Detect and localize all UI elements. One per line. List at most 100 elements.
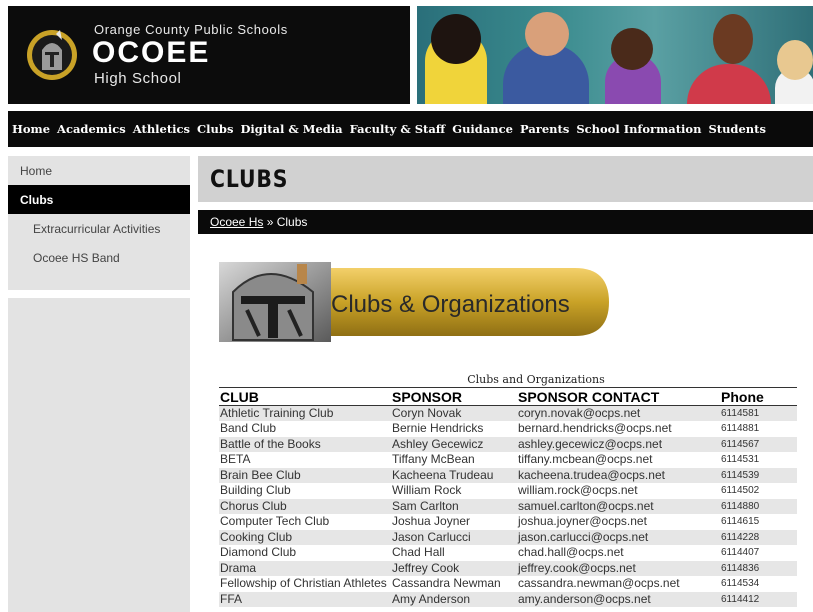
- sponsor-contact-cell: william.rock@ocps.net: [518, 483, 638, 498]
- nav-item-digital-media[interactable]: Digital & Media: [240, 122, 342, 136]
- clubs-organizations-banner: Clubs & Organizations: [219, 262, 609, 342]
- table-row: FFA Amy Anderson amy.anderson@ocps.net 6114…: [219, 591, 797, 607]
- sidebar-panel: [8, 298, 190, 612]
- phone-cell: 6114407: [721, 547, 760, 559]
- table-row: Athletic Training Club Coryn Novak coryn.n…: [219, 405, 797, 421]
- table-row: Drama Jeffrey Cook jeffrey.cook@ocps.net 61…: [219, 560, 797, 576]
- breadcrumb-link-home[interactable]: Ocoee Hs: [210, 215, 263, 229]
- club-cell: Fellowship of Christian Athletes: [220, 576, 387, 591]
- breadcrumb-current: Clubs: [276, 215, 308, 229]
- school-brand[interactable]: Orange County Public Schools OCOEE High …: [8, 6, 410, 104]
- knight-crest-icon: [27, 30, 77, 80]
- sponsor-contact-cell: joshua.joyner@ocps.net: [518, 514, 647, 529]
- table-row: BETA Tiffany McBean tiffany.mcbean@ocps.ne…: [219, 452, 797, 468]
- header-sponsor-contact: SPONSOR CONTACT: [517, 387, 720, 406]
- sidebar-item-extracurricular[interactable]: Extracurricular Activities: [8, 214, 190, 243]
- club-cell: Drama: [219, 560, 391, 576]
- school-name: OCOEE: [92, 36, 211, 69]
- sponsor-cell: Chad Hall: [392, 545, 445, 560]
- nav-item-faculty-staff[interactable]: Faculty & Staff: [350, 122, 446, 136]
- club-cell: Chorus Club: [219, 498, 391, 514]
- phone-cell: 6114836: [720, 560, 797, 576]
- phone-cell: 6114412: [720, 591, 797, 607]
- sponsor-cell: Joshua Joyner: [392, 514, 471, 529]
- nav-item-clubs[interactable]: Clubs: [197, 122, 233, 136]
- sponsor-contact-cell: kacheena.trudea@ocps.net: [517, 467, 720, 483]
- sidebar-menu: Home Clubs Extracurricular Activities Oc…: [8, 156, 190, 290]
- sponsor-contact-cell: cassandra.newman@ocps.net: [518, 576, 680, 591]
- nav-item-athletics[interactable]: Athletics: [133, 122, 190, 136]
- table-row: Computer Tech Club Joshua Joyner joshua.jo…: [219, 514, 797, 530]
- nav-item-school-information[interactable]: School Information: [576, 122, 701, 136]
- club-cell: FFA: [219, 591, 391, 607]
- sponsor-cell: Jason Carlucci: [391, 529, 517, 545]
- sponsor-contact-cell: jason.carlucci@ocps.net: [517, 529, 720, 545]
- sponsor-cell: Kacheena Trudeau: [391, 467, 517, 483]
- clubs-table-container: Clubs and Organizations CLUB SPONSOR SPO…: [219, 372, 797, 607]
- sponsor-cell: Sam Carlton: [391, 498, 517, 514]
- sponsor-cell: William Rock: [392, 483, 462, 498]
- nav-item-academics[interactable]: Academics: [57, 122, 126, 136]
- table-row: Band Club Bernie Hendricks bernard.hendric…: [219, 421, 797, 437]
- table-row: Cooking Club Jason Carlucci jason.carlucci…: [219, 529, 797, 545]
- sponsor-cell: Cassandra Newman: [392, 576, 501, 591]
- club-cell: Building Club: [220, 483, 291, 498]
- table-caption: Clubs and Organizations: [467, 373, 605, 386]
- phone-cell: 6114581: [720, 405, 797, 421]
- phone-cell: 6114880: [720, 498, 797, 514]
- phone-cell: 6114615: [721, 516, 760, 528]
- nav-item-students[interactable]: Students: [708, 122, 765, 136]
- district-name: Orange County Public Schools: [94, 22, 288, 37]
- sponsor-cell: Tiffany McBean: [392, 452, 475, 467]
- sponsor-contact-cell: jeffrey.cook@ocps.net: [517, 560, 720, 576]
- header-sponsor: SPONSOR: [391, 387, 517, 406]
- phone-cell: 6114531: [721, 454, 760, 466]
- club-cell: Brain Bee Club: [219, 467, 391, 483]
- table-row: Chorus Club Sam Carlton samuel.carlton@ocp…: [219, 498, 797, 514]
- sponsor-cell: Ashley Gecewicz: [391, 436, 517, 452]
- table-row: Battle of the Books Ashley Gecewicz ashley…: [219, 436, 797, 452]
- sidebar-item-clubs[interactable]: Clubs: [8, 185, 190, 214]
- breadcrumb-separator: »: [263, 215, 277, 229]
- club-cell: Diamond Club: [220, 545, 297, 560]
- club-cell: Band Club: [220, 421, 277, 436]
- sponsor-cell: Amy Anderson: [391, 591, 517, 607]
- phone-cell: 6114534: [721, 578, 760, 590]
- sponsor-cell: Coryn Novak: [391, 405, 517, 421]
- club-cell: BETA: [220, 452, 251, 467]
- sponsor-cell: Jeffrey Cook: [391, 560, 517, 576]
- header-club: CLUB: [219, 387, 391, 406]
- nav-item-parents[interactable]: Parents: [520, 122, 569, 136]
- sponsor-contact-cell: coryn.novak@ocps.net: [517, 405, 720, 421]
- table-row: Fellowship of Christian Athletes Cassandr…: [219, 576, 797, 592]
- sponsor-contact-cell: bernard.hendricks@ocps.net: [518, 421, 672, 436]
- sponsor-contact-cell: samuel.carlton@ocps.net: [517, 498, 720, 514]
- sponsor-contact-cell: amy.anderson@ocps.net: [517, 591, 720, 607]
- sponsor-contact-cell: chad.hall@ocps.net: [518, 545, 624, 560]
- phone-cell: 6114539: [720, 467, 797, 483]
- sponsor-cell: Bernie Hendricks: [392, 421, 484, 436]
- header-phone: Phone: [720, 387, 797, 406]
- sidebar-item-home[interactable]: Home: [8, 156, 190, 185]
- page-title-bar: CLUBS: [198, 156, 813, 202]
- sponsor-contact-cell: tiffany.mcbean@ocps.net: [518, 452, 653, 467]
- club-cell: Battle of the Books: [219, 436, 391, 452]
- nav-item-guidance[interactable]: Guidance: [452, 122, 513, 136]
- page-title: CLUBS: [210, 165, 289, 193]
- school-subtitle: High School: [94, 70, 182, 87]
- club-cell: Athletic Training Club: [219, 405, 391, 421]
- club-cell: Cooking Club: [219, 529, 391, 545]
- table-row: Diamond Club Chad Hall chad.hall@ocps.net 6…: [219, 545, 797, 561]
- phone-cell: 6114567: [720, 436, 797, 452]
- table-row: Building Club William Rock william.rock@oc…: [219, 483, 797, 499]
- sponsor-contact-cell: ashley.gecewicz@ocps.net: [517, 436, 720, 452]
- club-cell: Computer Tech Club: [220, 514, 330, 529]
- breadcrumb: Ocoee Hs » Clubs: [198, 210, 813, 234]
- banner-title: Clubs & Organizations: [331, 291, 570, 318]
- phone-cell: 6114502: [721, 485, 760, 497]
- clubs-table: CLUB SPONSOR SPONSOR CONTACT Phone Athle…: [219, 387, 797, 607]
- sidebar-item-band[interactable]: Ocoee HS Band: [8, 243, 190, 272]
- students-header-photo: [417, 6, 813, 104]
- site-header: Orange County Public Schools OCOEE High …: [0, 0, 813, 108]
- nav-item-home[interactable]: Home: [12, 122, 50, 136]
